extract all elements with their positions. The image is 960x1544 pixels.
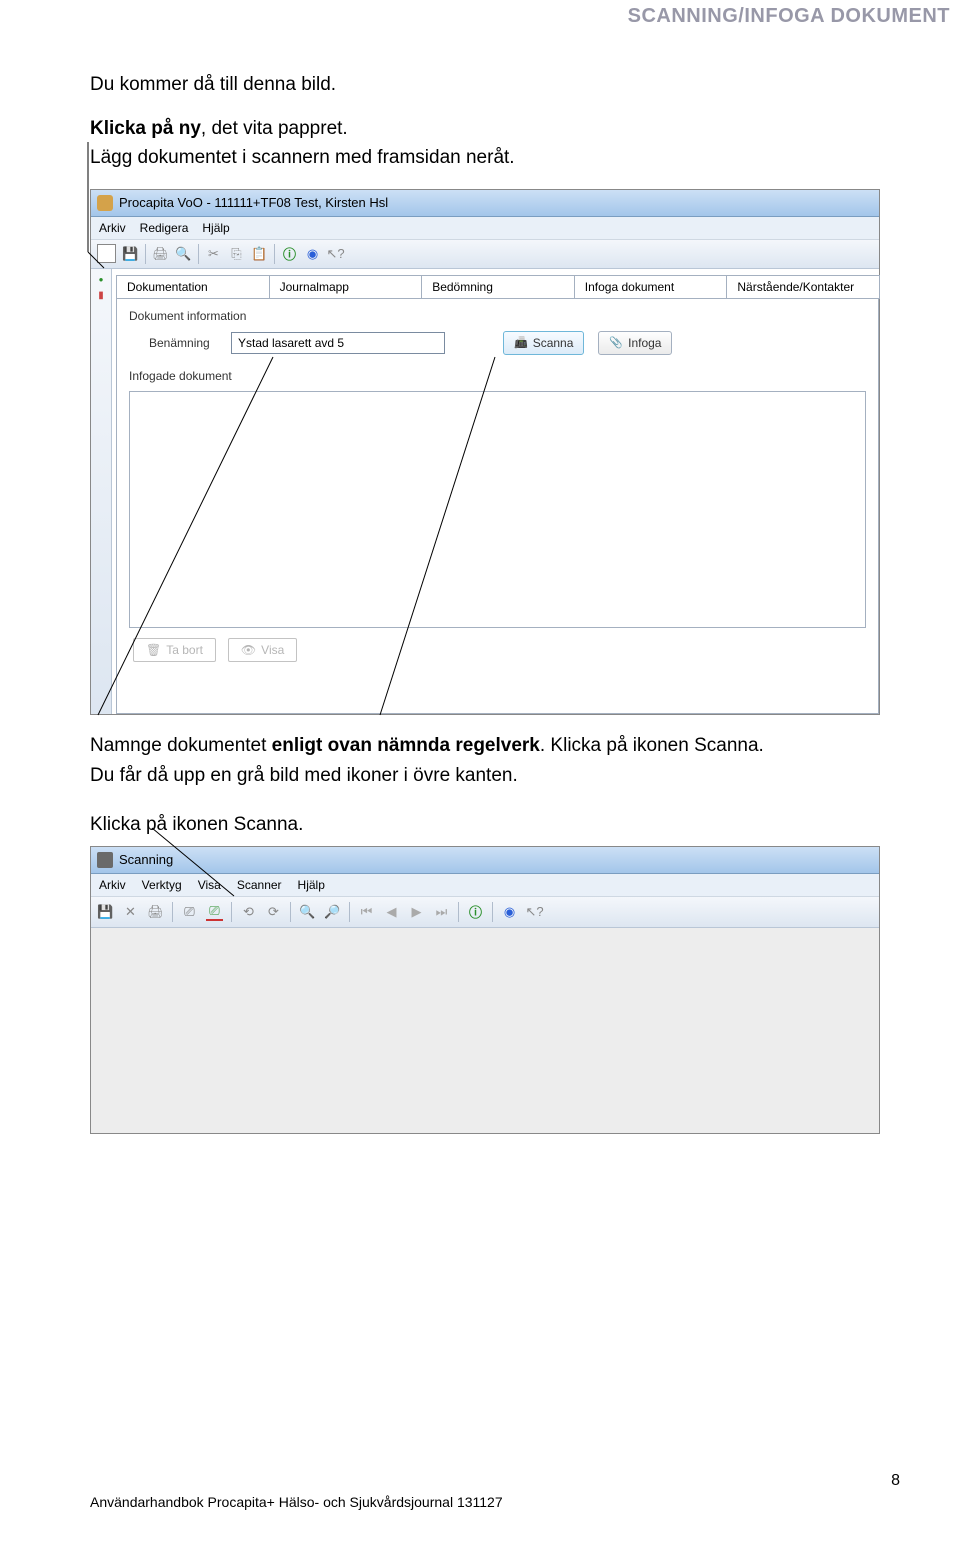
paste-icon[interactable]: 📋 xyxy=(251,245,268,262)
arrow-to-scan-icon xyxy=(152,828,252,898)
scanning-body xyxy=(91,928,879,1133)
visa-button[interactable]: 👁 Visa xyxy=(228,638,297,662)
menu-hjalp[interactable]: Hjälp xyxy=(202,221,229,235)
prev-page-icon[interactable]: ◀ xyxy=(383,903,400,920)
print-scan-icon[interactable]: 🖨 xyxy=(147,903,164,920)
mid-1c: . Klicka på ikonen Scanna. xyxy=(540,735,764,756)
tabort-button[interactable]: 🗑 Ta bort xyxy=(133,638,216,662)
tab-narstaende[interactable]: Närstående/Kontakter xyxy=(726,275,880,299)
procapita-screenshot: Procapita VoO - 111111+TF08 Test, Kirste… xyxy=(90,189,880,715)
smenu-hjalp[interactable]: Hjälp xyxy=(298,878,325,892)
rotate-left-icon[interactable]: ⟲ xyxy=(240,903,257,920)
eye-icon: 👁 xyxy=(241,643,256,657)
procapita-toolbar: ▫ 💾 🖨 🔍 ✂ ⎘ 📋 ⓘ ◉ ↖? xyxy=(91,240,879,269)
separator xyxy=(492,902,493,922)
separator xyxy=(458,902,459,922)
separator xyxy=(145,244,146,264)
info-icon[interactable]: ⓘ xyxy=(281,245,298,262)
content-panel: Dokument information Benämning Ystad las… xyxy=(116,298,879,714)
trash-icon: 🗑 xyxy=(146,643,161,657)
info-scan-icon[interactable]: ⓘ xyxy=(467,903,484,920)
mid-text: Namnge dokumentet enligt ovan nämnda reg… xyxy=(90,733,900,838)
copy-icon[interactable]: ⎘ xyxy=(228,245,245,262)
menu-redigera[interactable]: Redigera xyxy=(140,221,189,235)
mid-1a: Namnge dokumentet xyxy=(90,735,272,756)
find-icon[interactable]: 🔍 xyxy=(175,245,192,262)
procapita-titlebar: Procapita VoO - 111111+TF08 Test, Kirste… xyxy=(91,190,879,217)
smenu-arkiv[interactable]: Arkiv xyxy=(99,878,126,892)
benamning-label: Benämning xyxy=(149,336,217,350)
save-scan-icon[interactable]: 💾 xyxy=(97,903,114,920)
scanning-app-icon xyxy=(97,852,113,868)
next-page-icon[interactable]: ▶ xyxy=(408,903,425,920)
tab-infoga-dokument[interactable]: Infoga dokument xyxy=(574,275,728,299)
sidebar-ico1[interactable]: ● xyxy=(99,275,104,284)
sidebar-ico2[interactable]: ▮ xyxy=(98,290,104,301)
intro-line3: Lägg dokumentet i scannern med framsidan… xyxy=(90,145,900,171)
mid-1b: enligt ovan nämnda regelverk xyxy=(272,735,540,756)
footer-text: Användarhandbok Procapita+ Hälso- och Sj… xyxy=(90,1494,503,1510)
zoom-in-icon[interactable]: 🔍 xyxy=(299,903,316,920)
window-title: Procapita VoO - 111111+TF08 Test, Kirste… xyxy=(119,195,388,210)
select-scanner-icon[interactable]: ⎚ xyxy=(181,903,198,920)
separator xyxy=(349,902,350,922)
first-page-icon[interactable]: ⏮ xyxy=(358,903,375,920)
help-icon[interactable]: ◉ xyxy=(304,245,321,262)
rotate-right-icon[interactable]: ⟳ xyxy=(265,903,282,920)
page-number: 8 xyxy=(891,1472,900,1490)
tab-bedomning[interactable]: Bedömning xyxy=(421,275,575,299)
intro-bold: Klicka på ny xyxy=(90,118,201,139)
separator xyxy=(198,244,199,264)
procapita-menubar: Arkiv Redigera Hjälp xyxy=(91,217,879,240)
whatsthis-icon[interactable]: ↖? xyxy=(327,245,344,262)
scan-action-icon[interactable]: ⎚ xyxy=(206,902,223,921)
arrow-to-new-icon xyxy=(86,142,126,262)
print-icon[interactable]: 🖨 xyxy=(152,245,169,262)
section-dokument-info: Dokument information xyxy=(129,309,866,323)
separator xyxy=(172,902,173,922)
benamning-input[interactable]: Ystad lasarett avd 5 xyxy=(231,332,445,354)
infoga-button[interactable]: 📎 Infoga xyxy=(598,331,672,355)
cut-icon[interactable]: ✂ xyxy=(205,245,222,262)
help-scan-icon[interactable]: ◉ xyxy=(501,903,518,920)
delete-scan-icon[interactable]: ✕ xyxy=(122,903,139,920)
arrow-to-scanna xyxy=(380,715,580,716)
separator xyxy=(290,902,291,922)
separator xyxy=(274,244,275,264)
tab-journalmapp[interactable]: Journalmapp xyxy=(269,275,423,299)
zoom-out-icon[interactable]: 🔎 xyxy=(324,903,341,920)
section-infogade: Infogade dokument xyxy=(129,369,866,383)
intro-line1: Du kommer då till denna bild. xyxy=(90,72,900,98)
last-page-icon[interactable]: ⏭ xyxy=(433,903,450,920)
page-header: SCANNING/INFOGA DOKUMENT xyxy=(628,5,950,28)
intro-text: Du kommer då till denna bild. Klicka på … xyxy=(90,72,900,171)
tab-row: Dokumentation Journalmapp Bedömning Info… xyxy=(116,275,879,299)
scanning-toolbar: 💾 ✕ 🖨 ⎚ ⎚ ⟲ ⟳ 🔍 🔎 ⏮ ◀ ▶ ⏭ ⓘ ◉ ↖? xyxy=(91,897,879,928)
scanna-button[interactable]: 📠 Scanna xyxy=(503,331,584,355)
whatsthis-scan-icon[interactable]: ↖? xyxy=(526,903,543,920)
tab-dokumentation[interactable]: Dokumentation xyxy=(116,275,270,299)
separator xyxy=(231,902,232,922)
attach-icon: 📎 xyxy=(609,336,623,349)
mid-2: Du får då upp en grå bild med ikoner i ö… xyxy=(90,763,900,789)
intro-line2b: , det vita pappret. xyxy=(201,118,348,139)
scanner-icon: 📠 xyxy=(514,336,528,349)
